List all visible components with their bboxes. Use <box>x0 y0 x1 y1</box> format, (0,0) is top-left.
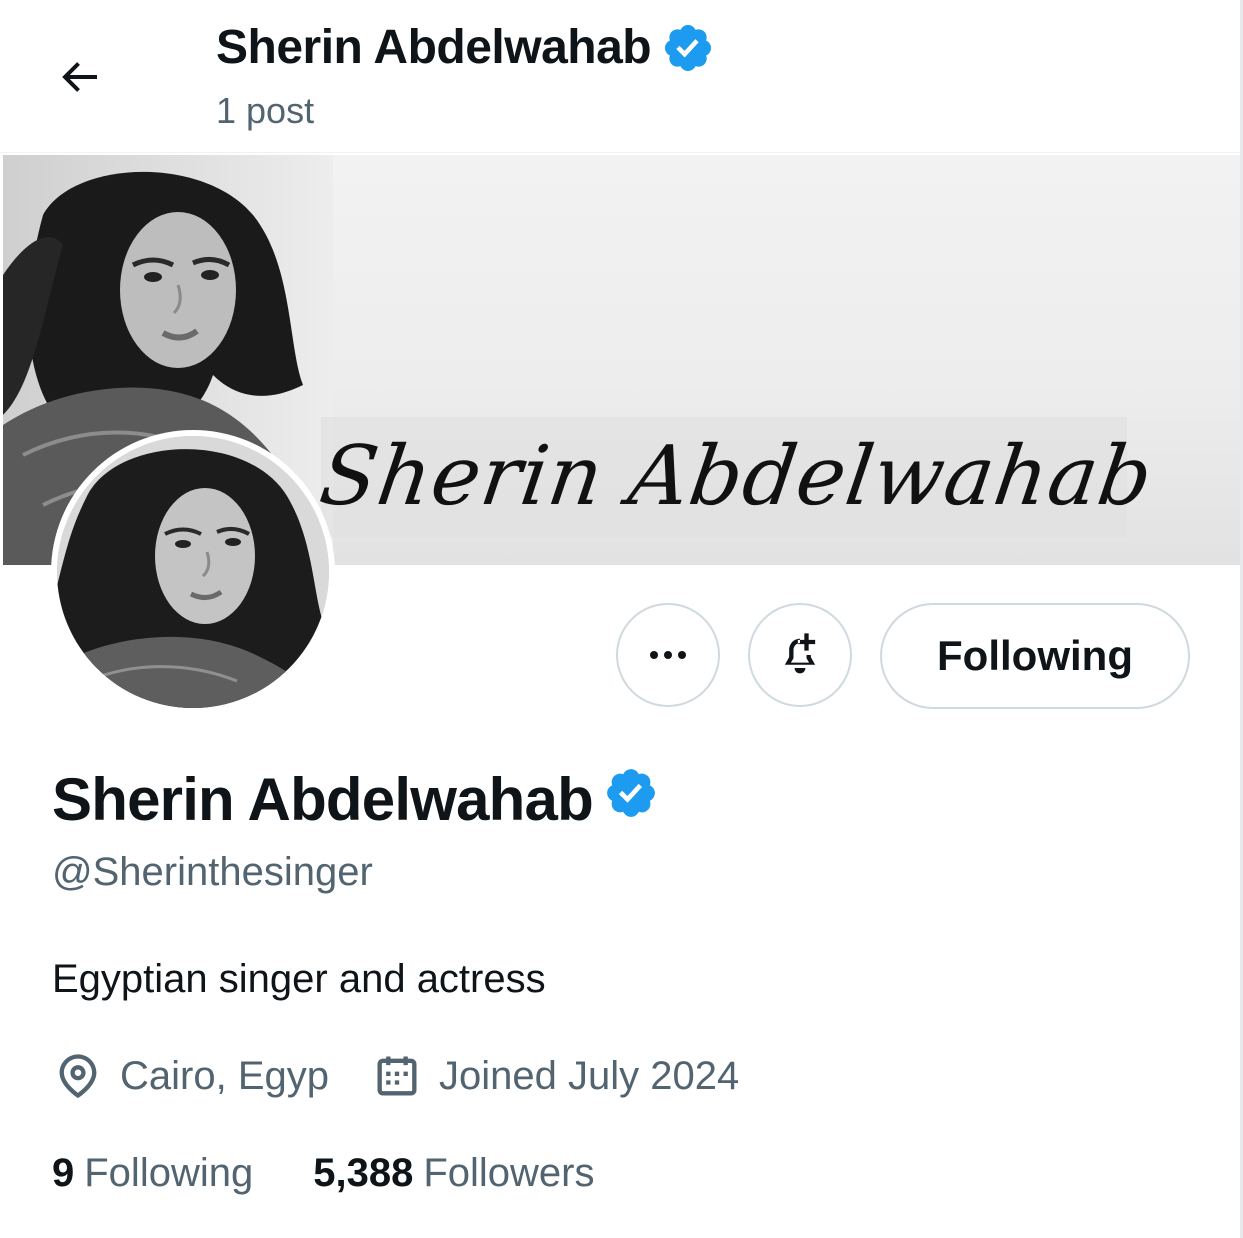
header-title: Sherin Abdelwahab <box>216 20 715 76</box>
profile-bio: Egyptian singer and actress <box>52 957 546 1001</box>
header-post-count: 1 post <box>216 90 315 131</box>
arrow-left-icon <box>62 62 97 92</box>
header-profile-name: Sherin Abdelwahab <box>216 21 652 74</box>
calendar-icon <box>377 1056 417 1096</box>
avatar-image <box>57 436 329 708</box>
verified-badge-icon[interactable] <box>603 765 659 821</box>
banner-script-text: Sherin Abdelwahab <box>314 429 1159 524</box>
following-stat-label: Following <box>84 1151 254 1195</box>
profile-page: Sherin Abdelwahab 1 post Sherin Abdelwah… <box>0 0 1243 1238</box>
top-header: Sherin Abdelwahab 1 post <box>0 0 1240 153</box>
avatar-portrait <box>57 436 329 708</box>
location-pin-icon <box>59 1054 97 1099</box>
verified-badge-icon[interactable] <box>661 21 715 75</box>
profile-name-row: Sherin Abdelwahab <box>52 764 659 836</box>
location-text: Cairo, Egyp <box>120 1054 329 1098</box>
location-item: Cairo, Egyp <box>52 1048 329 1104</box>
following-stat-link[interactable]: 9 Following <box>52 1146 253 1200</box>
followers-stat-label: Followers <box>423 1151 595 1195</box>
bell-plus-icon <box>784 633 816 674</box>
joined-item: Joined July 2024 <box>371 1048 739 1104</box>
profile-handle: @Sherinthesinger <box>52 850 373 894</box>
more-options-button[interactable] <box>616 603 720 707</box>
followers-count: 5,388 <box>313 1151 414 1195</box>
following-button[interactable]: Following <box>880 603 1190 709</box>
more-dots-icon <box>650 651 686 659</box>
profile-avatar[interactable] <box>51 430 335 714</box>
notify-button[interactable] <box>748 603 852 707</box>
following-count: 9 <box>52 1151 75 1195</box>
profile-meta: Cairo, Egyp Joined July 2024 <box>52 1048 739 1104</box>
joined-text: Joined July 2024 <box>438 1054 740 1098</box>
followers-stat-link[interactable]: 5,388 Followers <box>313 1146 594 1200</box>
back-button[interactable] <box>52 50 106 104</box>
profile-stats: 9 Following 5,388 Followers <box>52 1146 594 1200</box>
profile-name: Sherin Abdelwahab <box>52 766 594 833</box>
